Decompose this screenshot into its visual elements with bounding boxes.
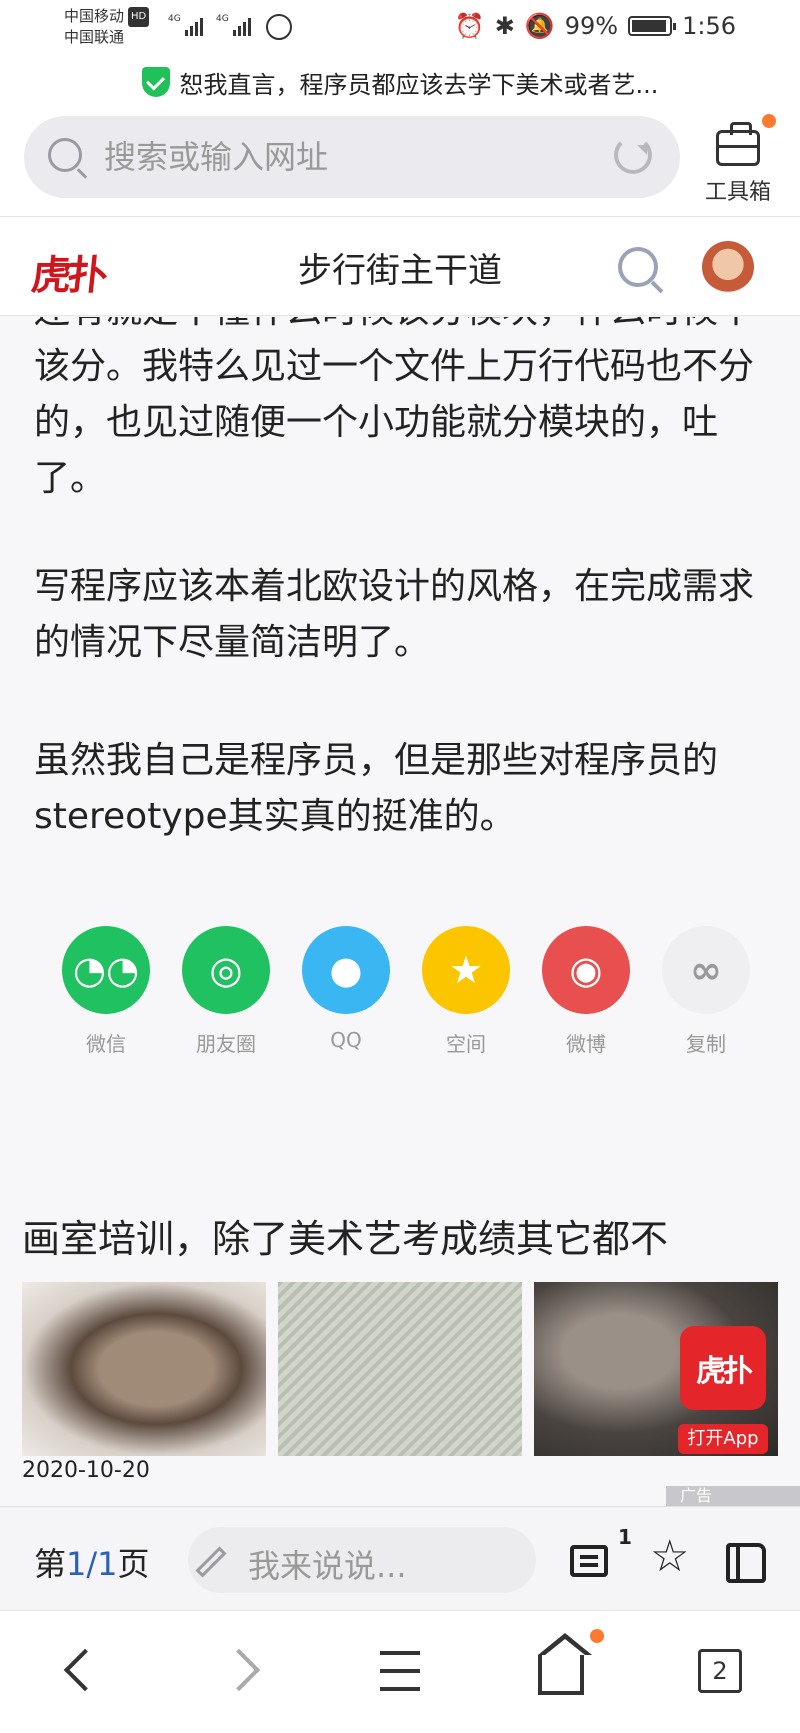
ad-date: 2020-10-20 — [22, 1458, 150, 1483]
address-bar[interactable] — [24, 116, 680, 198]
share-label: 空间 — [446, 1032, 486, 1056]
battery-icon — [628, 16, 677, 36]
carrier-1: 中国移动 — [64, 7, 125, 25]
menu-icon[interactable] — [380, 1651, 420, 1691]
refresh-icon[interactable] — [614, 136, 652, 174]
article-paragraph: 虽然我自己是程序员，但是那些对程序员的stereotype其实真的挺准的。 — [34, 740, 719, 837]
article-paragraph: 写程序应该本着北欧设计的风格，在完成需求的情况下尽量简洁明了。 — [34, 566, 755, 663]
browser-nav-bar: 2 — [0, 1610, 800, 1733]
ad-image-sketch[interactable] — [278, 1282, 522, 1456]
pencil-icon — [195, 1546, 227, 1578]
status-right: ⏰ ✱ 🔕 99% 1:56 — [455, 12, 736, 40]
like-icon[interactable] — [726, 1543, 766, 1583]
signal-icon-1: 4G — [168, 14, 203, 36]
forward-icon[interactable] — [217, 1648, 261, 1692]
share-qq-button[interactable]: ● QQ — [296, 926, 396, 1056]
page-total: 1 — [97, 1545, 118, 1583]
share-weibo-button[interactable]: ◉ 微博 — [536, 926, 636, 1056]
signal-icon-2: 4G — [216, 14, 251, 36]
article-paragraph: 还有就是不懂什么时候该分模块，什么时候不该分。我特么见过一个文件上万行代码也不分… — [34, 317, 755, 499]
comment-bar: 第1/1页 我来说说... 1 ☆ — [0, 1506, 800, 1610]
qzone-icon: ★ — [422, 926, 510, 1014]
carrier-info: 中国移动 HD 中国联通 — [64, 6, 150, 47]
moments-icon: ◎ — [182, 926, 270, 1014]
tabs-button[interactable]: 2 — [698, 1649, 742, 1693]
comment-placeholder: 我来说说... — [248, 1547, 407, 1585]
page-suffix: 页 — [117, 1545, 150, 1583]
address-input[interactable] — [104, 132, 584, 182]
share-wechat-button[interactable]: ◔◔ 微信 — [56, 926, 156, 1056]
comment-input[interactable]: 我来说说... — [188, 1527, 536, 1593]
page-prefix: 第 — [34, 1545, 67, 1583]
page-current: 1 — [66, 1545, 87, 1583]
share-bar: ◔◔ 微信 ◎ 朋友圈 ● QQ ★ 空间 ◉ 微博 ∞ 复制 — [56, 926, 756, 1056]
search-row: 工具箱 — [0, 108, 800, 216]
alarm-icon: ⏰ — [454, 12, 485, 40]
comments-icon[interactable] — [570, 1545, 608, 1577]
article-body: 还有就是不懂什么时候该分模块，什么时候不该分。我特么见过一个文件上万行代码也不分… — [0, 317, 800, 858]
ad-image-portrait[interactable] — [22, 1282, 266, 1456]
mute-icon: 🔕 — [524, 12, 555, 40]
ad-badge[interactable]: 广告 — [666, 1486, 800, 1506]
clock: 1:56 — [682, 12, 736, 40]
battery-percent: 99% — [564, 12, 619, 40]
page-title-bar: 恕我直言，程序员都应该去学下美术或者艺... — [0, 56, 800, 108]
home-notification-dot — [590, 1629, 604, 1643]
qq-icon: ● — [302, 926, 390, 1014]
hd-badge: HD — [128, 7, 150, 27]
notification-dot — [762, 114, 776, 128]
ad-title[interactable]: 画室培训，除了美术艺考成绩其它都不 — [22, 1208, 668, 1263]
comment-count: 1 — [618, 1525, 632, 1549]
back-icon[interactable] — [63, 1648, 107, 1692]
favorite-star-icon[interactable]: ☆ — [650, 1535, 689, 1579]
share-qzone-button[interactable]: ★ 空间 — [416, 926, 516, 1056]
avatar[interactable] — [702, 241, 754, 293]
site-title: 步行街主干道 — [298, 251, 502, 291]
secure-shield-icon — [141, 67, 170, 97]
share-moments-button[interactable]: ◎ 朋友圈 — [176, 926, 276, 1056]
site-search-icon[interactable] — [618, 247, 658, 287]
toolbox-label: 工具箱 — [704, 180, 771, 205]
share-label: QQ — [330, 1028, 362, 1052]
open-app-button[interactable]: 打开App — [678, 1424, 768, 1454]
link-icon: ∞ — [662, 926, 750, 1014]
page-indicator[interactable]: 第1/1页 — [34, 1539, 150, 1585]
home-icon[interactable] — [538, 1633, 592, 1695]
site-header: 虎扑 步行街主干道 — [0, 216, 800, 316]
page-title: 恕我直言，程序员都应该去学下美术或者艺... — [179, 70, 659, 99]
share-label: 微信 — [86, 1032, 126, 1056]
share-label: 朋友圈 — [196, 1032, 256, 1056]
copy-link-button[interactable]: ∞ 复制 — [656, 926, 756, 1056]
carrier-2: 中国联通 — [64, 28, 125, 46]
wechat-icon: ◔◔ — [62, 926, 150, 1014]
toolbox-button[interactable]: 工具箱 — [700, 114, 776, 206]
toolbox-icon — [716, 122, 760, 166]
share-label: 复制 — [686, 1032, 726, 1056]
weibo-icon: ◉ — [542, 926, 630, 1014]
search-icon — [48, 138, 82, 172]
share-label: 微博 — [566, 1032, 606, 1056]
status-bar: 中国移动 HD 中国联通 4G 4G ⏰ ✱ 🔕 99% 1:56 — [0, 0, 800, 56]
app-logo: 虎扑 — [680, 1326, 766, 1410]
hand-icon — [266, 14, 292, 40]
bluetooth-icon: ✱ — [494, 12, 515, 40]
page-separator: / — [86, 1545, 98, 1583]
